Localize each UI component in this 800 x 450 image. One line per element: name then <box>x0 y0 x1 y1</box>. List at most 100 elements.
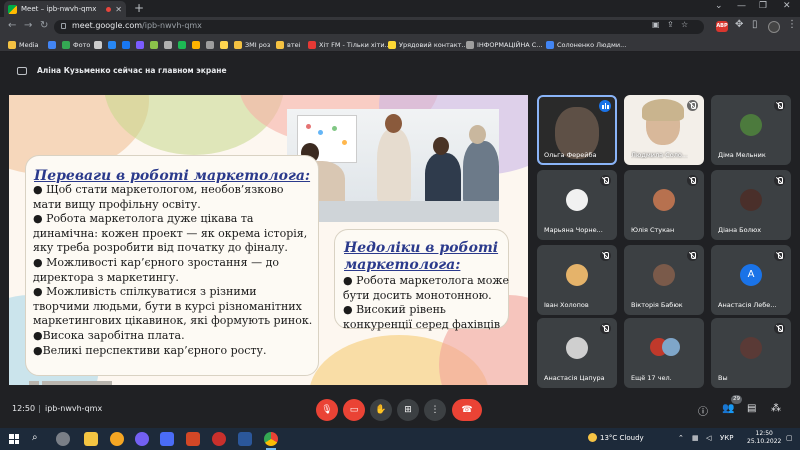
close-window-button[interactable]: ✕ <box>783 1 791 11</box>
tab-search-icon[interactable]: ⌄ <box>715 1 723 11</box>
notifications-icon[interactable]: ▢ <box>786 434 793 442</box>
weather-widget[interactable]: 13°C Cloudy <box>588 433 644 442</box>
bookmark-item[interactable] <box>220 39 228 50</box>
minimize-button[interactable]: — <box>737 1 746 11</box>
new-tab-button[interactable]: + <box>134 1 144 15</box>
participant-tile[interactable]: Ещё 17 чел. <box>624 318 704 388</box>
reload-button[interactable]: ↻ <box>40 20 48 31</box>
bookmark-item[interactable]: ЗМІ роз <box>234 39 270 50</box>
taskbar-clock[interactable]: 12:50 25.10.2022 <box>747 430 781 446</box>
bookmark-label: Фото <box>73 40 91 49</box>
bookmark-label: втеі <box>287 40 301 49</box>
bookmark-item[interactable] <box>108 39 116 50</box>
bookmark-item[interactable]: Солоненко Людми... <box>546 39 626 50</box>
bookmark-item[interactable] <box>206 39 214 50</box>
bookmark-item[interactable] <box>48 39 56 50</box>
bookmark-item[interactable]: втеі <box>276 39 300 50</box>
leave-call-button[interactable]: ☎ <box>452 399 482 421</box>
disadvantages-title-line2: маркетолога: <box>344 257 461 273</box>
bookmark-item[interactable] <box>178 39 186 50</box>
participant-tile[interactable]: Марьяна Чорне... <box>537 170 617 240</box>
side-panel-icon[interactable]: ▯ <box>752 19 758 30</box>
windows-start-icon[interactable] <box>9 434 19 444</box>
bookmark-item[interactable] <box>94 39 102 50</box>
address-bar[interactable]: meet.google.com/ipb-nwvh-qmx ▣ ⇪ ☆ <box>54 20 704 34</box>
participant-name: Ольга Ферейба <box>544 151 597 159</box>
meeting-code: ipb-nwvh-qmx <box>45 404 103 413</box>
participant-tile[interactable]: Вікторія Бабюк <box>624 245 704 315</box>
slide-text-line: ●Висока заробітна плата. <box>33 328 185 342</box>
bookmark-item[interactable]: Урядовий контакт... <box>388 39 468 50</box>
people-icon[interactable]: 👥 <box>722 403 734 414</box>
adblock-extension-icon[interactable]: ABP <box>716 21 728 32</box>
bookmark-star-icon[interactable]: ☆ <box>681 20 688 29</box>
participant-tile[interactable]: Вы <box>711 318 791 388</box>
screen: Meet – ipb-nwvh-qmx ✕ + ⌄ — ❐ ✕ ← → ↻ me… <box>0 0 800 450</box>
back-button[interactable]: ← <box>8 20 16 31</box>
bookmark-item[interactable]: Media <box>8 39 39 50</box>
participant-tile[interactable]: Анастасія Цапура <box>537 318 617 388</box>
tray-chevron-icon[interactable]: ⌃ <box>678 434 684 442</box>
bookmark-item[interactable]: ІНФОРМАЦІЙНА С... <box>466 39 542 50</box>
bookmark-label: Media <box>19 40 39 49</box>
participant-tile[interactable]: Діма Мельник <box>711 95 791 165</box>
forward-button[interactable]: → <box>24 20 32 31</box>
participant-tile[interactable]: Юлія Стукан <box>624 170 704 240</box>
bookmark-item[interactable]: Фото <box>62 39 90 50</box>
powerpoint-icon[interactable] <box>186 432 200 446</box>
task-view-icon[interactable] <box>56 432 70 446</box>
bookmark-item[interactable] <box>122 39 130 50</box>
close-tab-icon[interactable]: ✕ <box>115 5 122 14</box>
bookmark-item[interactable] <box>192 39 200 50</box>
avatar <box>566 189 588 211</box>
bookmark-favicon-icon <box>108 40 116 49</box>
participant-name: Людмила Соло... <box>631 151 689 159</box>
chrome-taskbar-icon[interactable] <box>264 432 278 450</box>
participant-tile[interactable]: А Анастасія Лебе... <box>711 245 791 315</box>
avatar <box>566 337 588 359</box>
chat-icon[interactable]: ▤ <box>747 403 756 414</box>
participant-tile[interactable]: Діана Болюх <box>711 170 791 240</box>
language-indicator[interactable]: УКР <box>720 434 733 442</box>
mic-off-button[interactable]: 🎙 <box>316 399 338 421</box>
profile-avatar[interactable] <box>768 21 780 33</box>
bookmark-item[interactable] <box>136 39 144 50</box>
volume-icon[interactable]: ◁ <box>706 434 711 442</box>
browser-tab[interactable]: Meet – ipb-nwvh-qmx ✕ <box>4 1 126 17</box>
mic-muted-icon <box>774 100 785 111</box>
more-options-button[interactable]: ⋮ <box>424 399 446 421</box>
avatar-letter: А <box>740 264 762 286</box>
bookmark-item[interactable] <box>150 39 158 50</box>
participant-tile[interactable]: Іван Холопов <box>537 245 617 315</box>
participant-tile[interactable]: Людмила Соло... <box>624 95 704 165</box>
word-icon[interactable] <box>238 432 252 446</box>
app-icon[interactable] <box>110 432 124 446</box>
viber-icon[interactable] <box>135 432 149 446</box>
camera-off-button[interactable]: ▭ <box>343 399 365 421</box>
media-app-icon[interactable] <box>212 432 226 446</box>
share-icon[interactable]: ⇪ <box>667 20 674 29</box>
network-icon[interactable]: ▦ <box>692 434 699 442</box>
chrome-menu-icon[interactable]: ⋮ <box>787 19 797 30</box>
participant-name: Вікторія Бабюк <box>631 301 683 309</box>
restore-button[interactable]: ❐ <box>759 1 767 11</box>
mic-muted-icon <box>774 175 785 186</box>
extensions-puzzle-icon[interactable]: ✥ <box>735 19 743 30</box>
avatar <box>662 338 680 356</box>
meeting-info-icon[interactable]: ⓘ <box>698 403 708 418</box>
participant-tile[interactable]: Ольга Ферейба <box>537 95 617 165</box>
raise-hand-button[interactable]: ✋ <box>370 399 392 421</box>
app-icon[interactable] <box>160 432 174 446</box>
search-icon[interactable]: ⌕ <box>32 432 46 446</box>
participant-name: Іван Холопов <box>544 301 589 309</box>
bookmark-favicon-icon <box>122 40 130 49</box>
bookmark-item[interactable] <box>164 39 172 50</box>
activities-icon[interactable]: ⁂ <box>771 403 781 414</box>
file-explorer-icon[interactable] <box>84 432 98 446</box>
slide-text-line: мати вищу профільну освіту. <box>33 197 201 211</box>
mic-muted-icon <box>600 323 611 334</box>
slide-text-line: конкуренції серед фахівців <box>343 317 501 331</box>
present-now-button[interactable]: ⊞ <box>397 399 419 421</box>
camera-in-use-icon[interactable]: ▣ <box>652 20 660 29</box>
bookmark-item[interactable]: Хіт FM - Тільки хіти... <box>308 39 391 50</box>
